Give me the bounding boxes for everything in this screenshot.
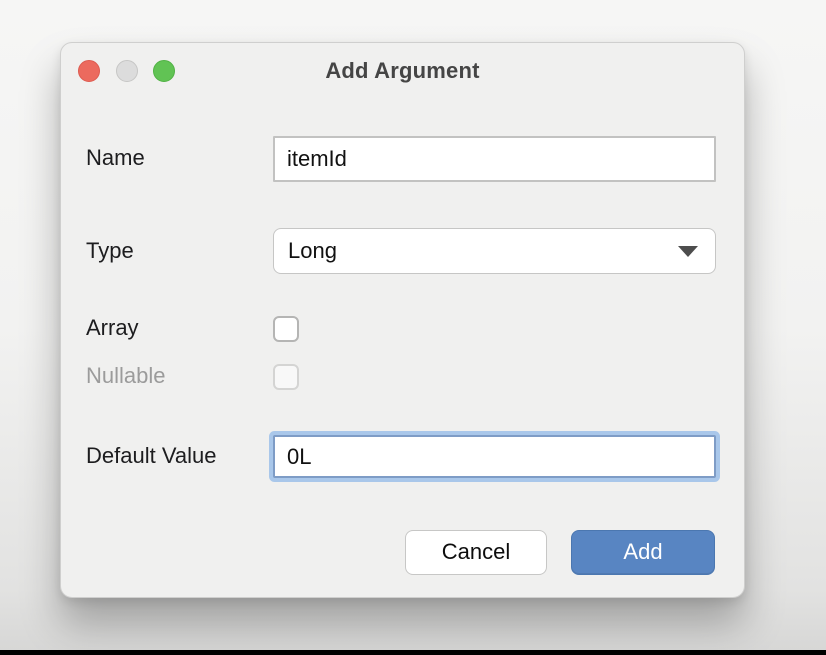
add-button[interactable]: Add xyxy=(571,530,715,575)
name-label: Name xyxy=(86,145,145,171)
array-checkbox[interactable] xyxy=(273,316,299,342)
default-value-label: Default Value xyxy=(86,443,216,469)
name-input[interactable] xyxy=(273,136,716,182)
add-argument-dialog: Add Argument Name Type Long Array Nullab… xyxy=(60,42,745,598)
type-dropdown-value: Long xyxy=(274,238,678,264)
default-value-input[interactable] xyxy=(273,435,716,478)
array-label: Array xyxy=(86,315,139,341)
screen-bottom-edge xyxy=(0,650,826,655)
dialog-title: Add Argument xyxy=(61,58,744,84)
cancel-button[interactable]: Cancel xyxy=(405,530,547,575)
nullable-checkbox xyxy=(273,364,299,390)
type-label: Type xyxy=(86,238,134,264)
type-dropdown[interactable]: Long xyxy=(273,228,716,274)
nullable-label: Nullable xyxy=(86,363,166,389)
caret-down-icon xyxy=(678,246,698,257)
